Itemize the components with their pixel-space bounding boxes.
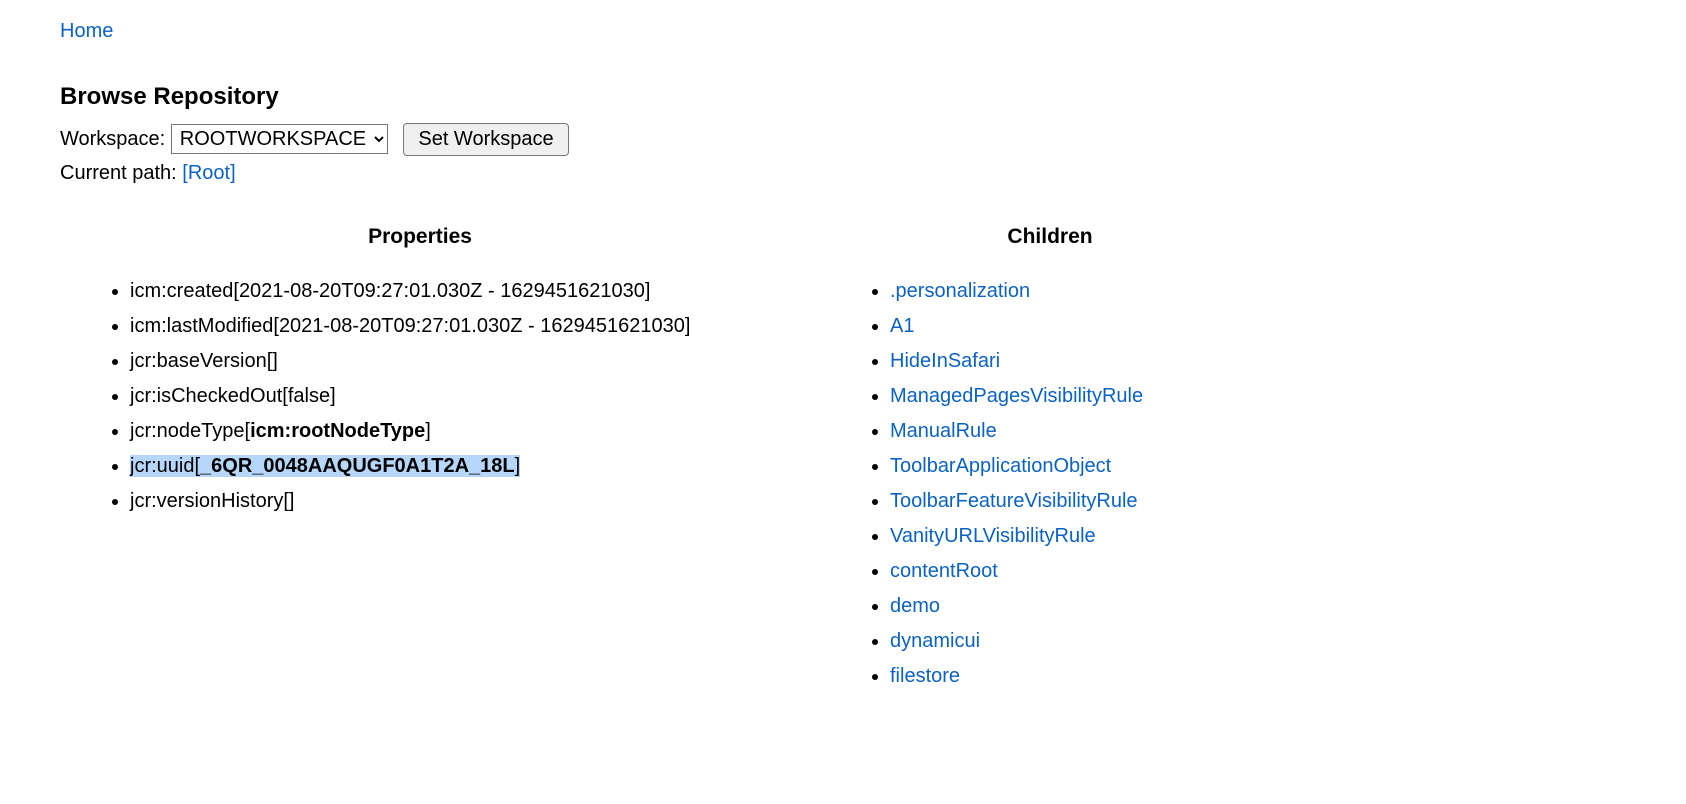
property-item: jcr:baseVersion[] — [130, 347, 780, 376]
child-link[interactable]: contentRoot — [890, 560, 998, 582]
child-item: ToolbarFeatureVisibilityRule — [890, 487, 1280, 516]
child-link[interactable]: ToolbarApplicationObject — [890, 455, 1111, 477]
property-text: jcr:versionHistory[] — [130, 490, 294, 512]
property-text: icm:created[2021-08-20T09:27:01.030Z - 1… — [130, 280, 650, 302]
set-workspace-button[interactable]: Set Workspace — [403, 123, 568, 156]
property-item: icm:lastModified[2021-08-20T09:27:01.030… — [130, 312, 780, 341]
page-title: Browse Repository — [60, 83, 1626, 111]
child-link[interactable]: .personalization — [890, 280, 1030, 302]
child-link[interactable]: ToolbarFeatureVisibilityRule — [890, 490, 1138, 512]
child-link[interactable]: ManagedPagesVisibilityRule — [890, 385, 1143, 407]
property-value: false — [288, 385, 330, 407]
child-item: .personalization — [890, 277, 1280, 306]
properties-heading: Properties — [60, 225, 780, 249]
child-item: dynamicui — [890, 627, 1280, 656]
property-item: jcr:nodeType[icm:rootNodeType] — [130, 417, 780, 446]
child-item: demo — [890, 592, 1280, 621]
property-item: jcr:uuid[_6QR_0048AAQUGF0A1T2A_18L] — [130, 452, 780, 481]
property-item: jcr:isCheckedOut[false] — [130, 382, 780, 411]
child-item: VanityURLVisibilityRule — [890, 522, 1280, 551]
child-item: ManagedPagesVisibilityRule — [890, 382, 1280, 411]
child-link[interactable]: A1 — [890, 315, 914, 337]
property-item: icm:created[2021-08-20T09:27:01.030Z - 1… — [130, 277, 780, 306]
children-list: .personalization A1 HideInSafari ManagedPag… — [820, 277, 1280, 691]
child-link[interactable]: dynamicui — [890, 630, 980, 652]
workspace-label: Workspace: — [60, 128, 165, 150]
child-link[interactable]: VanityURLVisibilityRule — [890, 525, 1096, 547]
child-item: HideInSafari — [890, 347, 1280, 376]
property-value: 2021-08-20T09:27:01.030Z - 1629451621030 — [239, 280, 645, 302]
workspace-select[interactable]: ROOTWORKSPACE — [171, 124, 388, 154]
properties-list: icm:created[2021-08-20T09:27:01.030Z - 1… — [60, 277, 780, 516]
child-item: filestore — [890, 662, 1280, 691]
child-item: contentRoot — [890, 557, 1280, 586]
current-path-link[interactable]: [Root] — [182, 162, 235, 184]
child-link[interactable]: ManualRule — [890, 420, 997, 442]
property-text: jcr:nodeType[icm:rootNodeType] — [130, 420, 431, 442]
child-link[interactable]: demo — [890, 595, 940, 617]
property-item: jcr:versionHistory[] — [130, 487, 780, 516]
property-value: 2021-08-20T09:27:01.030Z - 1629451621030 — [279, 315, 685, 337]
property-text: jcr:baseVersion[] — [130, 350, 278, 372]
property-text: icm:lastModified[2021-08-20T09:27:01.030… — [130, 315, 690, 337]
home-link[interactable]: Home — [60, 20, 113, 42]
property-text: jcr:uuid[_6QR_0048AAQUGF0A1T2A_18L] — [130, 455, 520, 477]
property-value: _6QR_0048AAQUGF0A1T2A_18L — [200, 455, 515, 477]
property-value: icm:rootNodeType — [250, 420, 425, 442]
current-path-label: Current path: — [60, 162, 177, 184]
child-item: A1 — [890, 312, 1280, 341]
children-heading: Children — [820, 225, 1280, 249]
child-link[interactable]: HideInSafari — [890, 350, 1000, 372]
child-link[interactable]: filestore — [890, 665, 960, 687]
property-text: jcr:isCheckedOut[false] — [130, 385, 336, 407]
child-item: ManualRule — [890, 417, 1280, 446]
child-item: ToolbarApplicationObject — [890, 452, 1280, 481]
